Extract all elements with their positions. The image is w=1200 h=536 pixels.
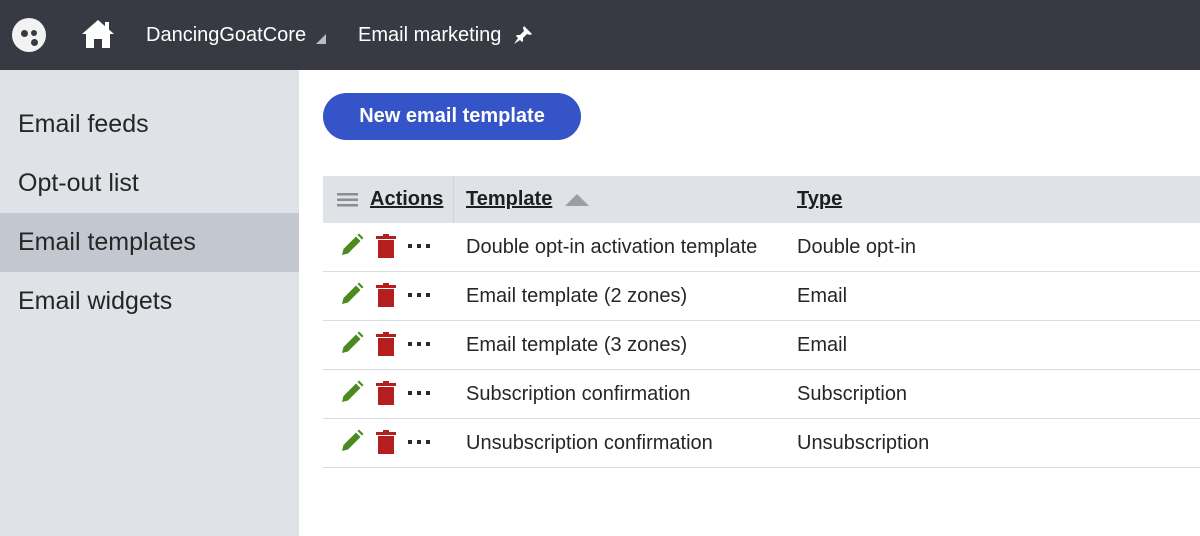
row-actions — [339, 380, 431, 405]
edit-icon[interactable] — [339, 380, 364, 405]
table-row: Subscription confirmation Subscription — [323, 370, 1200, 419]
caret-down-icon — [316, 34, 327, 44]
more-options-icon[interactable] — [407, 332, 431, 356]
site-selector[interactable]: DancingGoatCore — [146, 0, 327, 70]
row-actions — [339, 331, 431, 356]
app-name: Email marketing — [358, 23, 502, 46]
sidebar-item-email-feeds[interactable]: Email feeds — [0, 95, 299, 154]
sidebar-item-email-widgets[interactable]: Email widgets — [0, 272, 299, 331]
column-header-template[interactable]: Template — [466, 188, 590, 211]
sort-ascending-icon — [565, 193, 590, 206]
top-bar: DancingGoatCore Email marketing — [0, 0, 1200, 70]
cell-type: Unsubscription — [797, 432, 930, 454]
sidebar-item-label: Email feeds — [18, 110, 149, 138]
row-actions — [339, 282, 431, 307]
edit-icon[interactable] — [339, 282, 364, 307]
column-header-actions[interactable]: Actions — [370, 188, 443, 211]
more-options-icon[interactable] — [407, 283, 431, 307]
cell-type: Email — [797, 334, 848, 356]
column-header-template-label: Template — [466, 188, 553, 210]
table-row: Email template (2 zones) Email — [323, 272, 1200, 321]
table-row: Double opt-in activation template Double… — [323, 223, 1200, 272]
new-email-template-button[interactable]: New email template — [323, 93, 581, 140]
column-header-type[interactable]: Type — [797, 188, 842, 211]
cell-template: Subscription confirmation — [466, 383, 691, 405]
app-title: Email marketing — [358, 0, 533, 70]
site-name: DancingGoatCore — [146, 23, 307, 46]
cell-template: Email template (2 zones) — [466, 285, 688, 307]
delete-icon[interactable] — [376, 429, 396, 454]
sidebar-item-email-templates[interactable]: Email templates — [0, 213, 299, 272]
edit-icon[interactable] — [339, 331, 364, 356]
cell-type: Email — [797, 285, 848, 307]
sidebar-item-label: Email widgets — [18, 287, 173, 315]
cell-template: Double opt-in activation template — [466, 236, 758, 258]
grid-header: Actions Template Type — [323, 176, 1200, 223]
row-actions — [339, 233, 431, 258]
sidebar-item-opt-out-list[interactable]: Opt-out list — [0, 154, 299, 213]
more-options-icon[interactable] — [407, 381, 431, 405]
cell-type: Double opt-in — [797, 236, 916, 258]
column-menu-icon[interactable] — [337, 193, 358, 207]
cell-template: Unsubscription confirmation — [466, 432, 713, 454]
sidebar-item-label: Opt-out list — [18, 169, 139, 197]
table-row: Email template (3 zones) Email — [323, 321, 1200, 370]
sidebar: Email feeds Opt-out list Email templates… — [0, 70, 299, 536]
delete-icon[interactable] — [376, 233, 396, 258]
pin-icon[interactable] — [513, 25, 533, 45]
sidebar-item-label: Email templates — [18, 228, 196, 256]
more-options-icon[interactable] — [407, 234, 431, 258]
more-options-icon[interactable] — [407, 430, 431, 454]
edit-icon[interactable] — [339, 429, 364, 454]
delete-icon[interactable] — [376, 380, 396, 405]
templates-grid: Actions Template Type Double opt-in acti… — [323, 176, 1200, 468]
app-logo-icon[interactable] — [12, 18, 46, 52]
edit-icon[interactable] — [339, 233, 364, 258]
delete-icon[interactable] — [376, 331, 396, 356]
column-divider — [453, 176, 454, 223]
delete-icon[interactable] — [376, 282, 396, 307]
cell-template: Email template (3 zones) — [466, 334, 688, 356]
cell-type: Subscription — [797, 383, 908, 405]
table-row: Unsubscription confirmation Unsubscripti… — [323, 419, 1200, 468]
home-icon[interactable] — [80, 17, 116, 51]
row-actions — [339, 429, 431, 454]
grid-body: Double opt-in activation template Double… — [323, 223, 1200, 468]
